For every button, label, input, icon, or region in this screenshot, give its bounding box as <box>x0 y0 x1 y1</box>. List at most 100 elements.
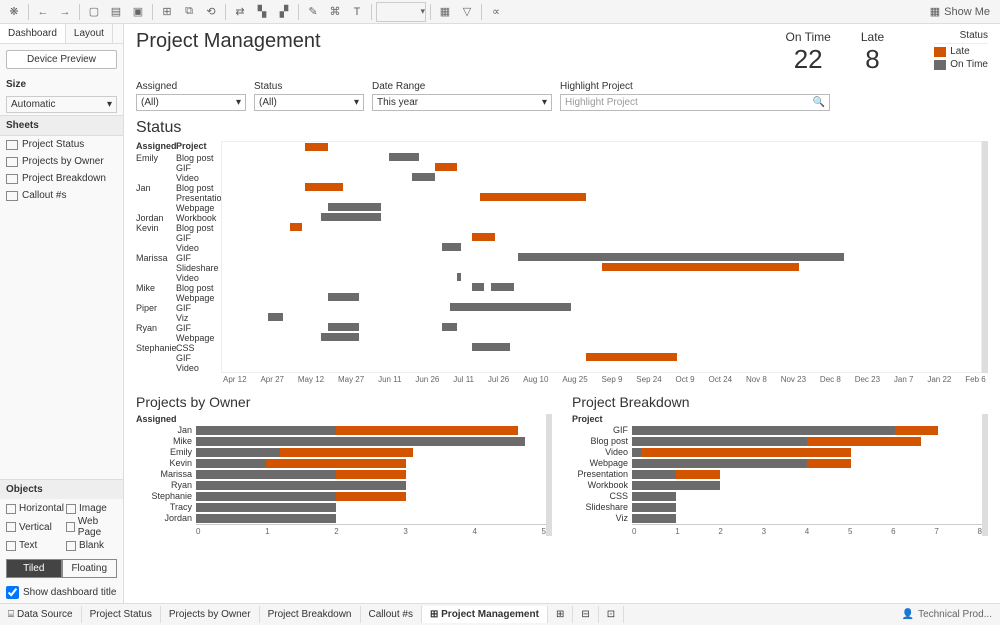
back-icon[interactable]: ← <box>33 2 53 22</box>
sheet-item[interactable]: Project Status <box>0 136 123 153</box>
bar-segment[interactable] <box>632 503 676 512</box>
sort-asc-icon[interactable]: ▚ <box>252 2 272 22</box>
gantt-bar[interactable] <box>602 263 799 271</box>
bar-segment[interactable] <box>632 514 676 523</box>
object-item[interactable]: Web Page <box>66 516 117 538</box>
gantt-chart[interactable] <box>221 141 982 373</box>
bar-segment[interactable] <box>632 448 641 457</box>
size-dropdown[interactable]: Automatic ▾ <box>6 96 117 113</box>
pbo-scrollbar[interactable] <box>546 414 552 536</box>
object-item[interactable]: Horizontal <box>6 503 64 514</box>
gantt-scrollbar[interactable] <box>982 141 988 373</box>
bar-segment[interactable] <box>632 492 676 501</box>
gantt-bar[interactable] <box>586 353 677 361</box>
share-icon[interactable]: ∝ <box>486 2 506 22</box>
mode-floating-button[interactable]: Floating <box>62 559 118 578</box>
gantt-bar[interactable] <box>457 273 461 281</box>
sheet-item[interactable]: Callout #s <box>0 187 123 204</box>
bar-segment[interactable] <box>196 459 266 468</box>
bar-segment[interactable] <box>807 459 851 468</box>
cards-icon[interactable]: ▦ <box>435 2 455 22</box>
gantt-bar[interactable] <box>472 283 483 291</box>
gantt-bar[interactable] <box>328 203 381 211</box>
bar-segment[interactable] <box>196 492 336 501</box>
gantt-bar[interactable] <box>472 233 495 241</box>
swap-icon[interactable]: ⇄ <box>230 2 250 22</box>
project-breakdown-chart[interactable]: Project Breakdown ProjectGIFBlog postVid… <box>572 394 988 536</box>
autosave-icon[interactable]: ▣ <box>128 2 148 22</box>
bar-segment[interactable] <box>196 448 280 457</box>
bar-segment[interactable] <box>632 426 895 435</box>
bar-segment[interactable] <box>895 426 939 435</box>
bar-segment[interactable] <box>196 503 336 512</box>
bar-segment[interactable] <box>196 426 336 435</box>
gantt-bar[interactable] <box>305 183 343 191</box>
duplicate-icon[interactable]: ⧉ <box>179 2 199 22</box>
gantt-bar[interactable] <box>442 323 457 331</box>
mode-tiled-button[interactable]: Tiled <box>6 559 62 578</box>
projects-by-owner-chart[interactable]: Projects by Owner AssignedJanMikeEmilyKe… <box>136 394 552 536</box>
group-icon[interactable]: ⌘ <box>325 2 345 22</box>
object-item[interactable]: Image <box>66 503 117 514</box>
pbd-scrollbar[interactable] <box>982 414 988 536</box>
highlight-search-input[interactable]: Highlight Project🔍 <box>560 94 830 111</box>
gantt-bar[interactable] <box>435 163 458 171</box>
object-item[interactable]: Text <box>6 540 64 551</box>
bar-segment[interactable] <box>632 481 720 490</box>
gantt-bar[interactable] <box>321 213 382 221</box>
highlight-icon[interactable]: ✎ <box>303 2 323 22</box>
showme-button[interactable]: ▦ Show Me <box>924 5 996 18</box>
gantt-bar[interactable] <box>442 243 461 251</box>
worksheet-tab[interactable]: Callout #s <box>361 606 422 623</box>
bar-segment[interactable] <box>196 437 525 446</box>
filter-assigned-dropdown[interactable]: (All)▾ <box>136 94 246 111</box>
data-source-tab[interactable]: ⌸Data Source <box>0 606 82 623</box>
gantt-bar[interactable] <box>268 313 283 321</box>
bar-segment[interactable] <box>196 481 406 490</box>
gantt-bar[interactable] <box>450 303 571 311</box>
object-item[interactable]: Blank <box>66 540 117 551</box>
fit-dropdown[interactable]: ▾ <box>376 2 426 22</box>
bar-segment[interactable] <box>266 459 406 468</box>
gantt-bar[interactable] <box>412 173 435 181</box>
gantt-bar[interactable] <box>518 253 844 261</box>
gantt-bar[interactable] <box>328 323 358 331</box>
worksheet-tab[interactable]: ⊞ Project Management <box>422 606 548 623</box>
gantt-bar[interactable] <box>321 333 359 341</box>
bar-segment[interactable] <box>336 492 406 501</box>
save-icon[interactable]: ▢ <box>84 2 104 22</box>
bar-segment[interactable] <box>196 470 336 479</box>
show-title-checkbox[interactable] <box>6 586 19 599</box>
tab-dashboard[interactable]: Dashboard <box>0 24 66 43</box>
device-preview-button[interactable]: Device Preview <box>6 50 117 69</box>
bar-segment[interactable] <box>632 470 676 479</box>
object-item[interactable]: Vertical <box>6 516 64 538</box>
new-data-icon[interactable]: ▤ <box>106 2 126 22</box>
bar-segment[interactable] <box>807 437 921 446</box>
new-worksheet-icon[interactable]: ⊞ <box>157 2 177 22</box>
gantt-bar[interactable] <box>305 143 328 151</box>
gantt-bar[interactable] <box>491 283 514 291</box>
gantt-bar[interactable] <box>290 223 301 231</box>
logo-icon[interactable]: ❋ <box>4 2 24 22</box>
worksheet-tab[interactable]: Project Status <box>82 606 161 623</box>
bar-segment[interactable] <box>336 426 518 435</box>
gantt-bar[interactable] <box>328 293 358 301</box>
bar-segment[interactable] <box>336 470 406 479</box>
gantt-bar[interactable] <box>472 343 510 351</box>
filter-status-dropdown[interactable]: (All)▾ <box>254 94 364 111</box>
gantt-bar[interactable] <box>389 153 419 161</box>
labels-icon[interactable]: T <box>347 2 367 22</box>
gantt-bar[interactable] <box>480 193 586 201</box>
new-story-icon[interactable]: ⊡ <box>599 606 624 623</box>
new-worksheet-icon[interactable]: ⊞ <box>548 606 573 623</box>
worksheet-tab[interactable]: Projects by Owner <box>161 606 260 623</box>
bar-segment[interactable] <box>632 459 807 468</box>
presentation-icon[interactable]: ▽ <box>457 2 477 22</box>
bar-segment[interactable] <box>196 514 336 523</box>
tab-layout[interactable]: Layout <box>66 24 113 43</box>
new-dashboard-icon[interactable]: ⊟ <box>573 606 598 623</box>
filter-date-dropdown[interactable]: This year▾ <box>372 94 552 111</box>
bar-segment[interactable] <box>280 448 413 457</box>
bar-segment[interactable] <box>641 448 851 457</box>
